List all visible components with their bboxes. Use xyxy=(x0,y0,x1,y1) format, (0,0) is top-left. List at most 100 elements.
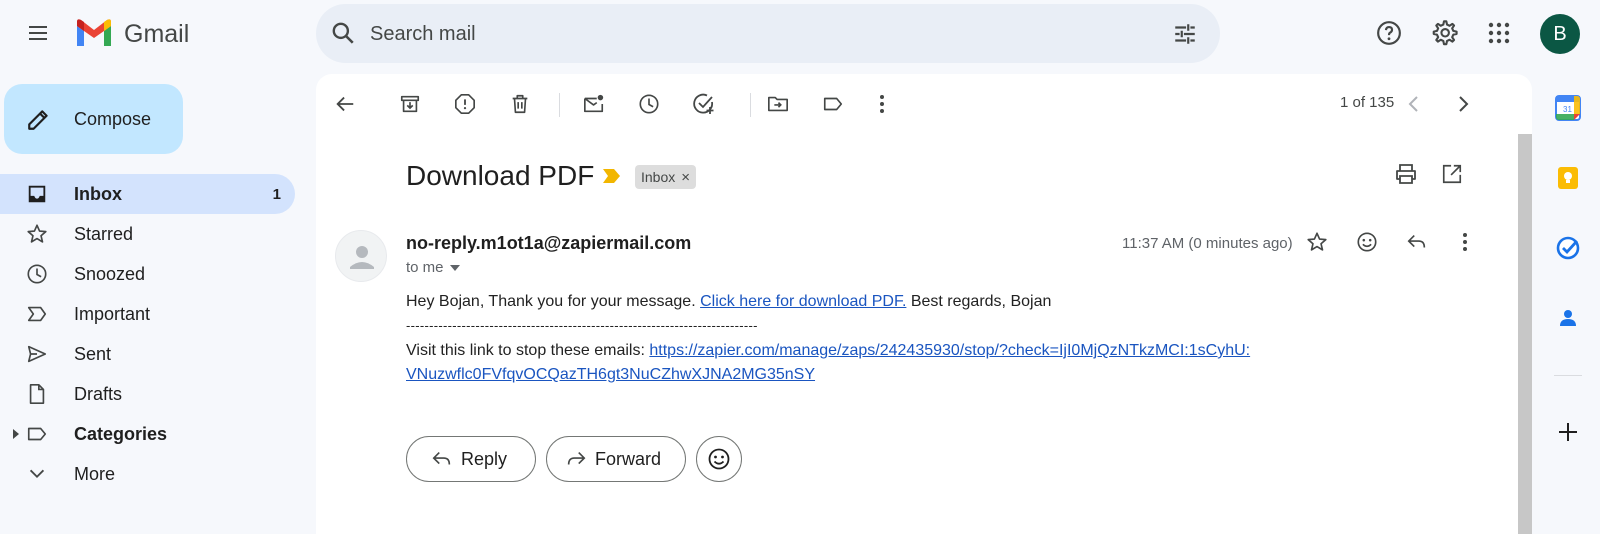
add-task-icon xyxy=(693,93,714,114)
newer-button[interactable] xyxy=(1398,88,1430,120)
nav-item-sent[interactable]: Sent xyxy=(0,334,295,374)
labels-icon xyxy=(823,97,843,111)
add-reaction-button[interactable] xyxy=(1351,226,1383,258)
unsubscribe-line-2: VNuzwflc0FVfqvOCQazTH6gt3NuCZhwXJNA2MG35… xyxy=(406,366,815,384)
more-actions-button[interactable] xyxy=(866,88,898,120)
more-vert-icon xyxy=(1463,233,1467,251)
tasks-app-button[interactable] xyxy=(1554,234,1582,262)
contacts-icon xyxy=(1560,310,1576,326)
print-button[interactable] xyxy=(1390,158,1422,190)
labels-button[interactable] xyxy=(817,88,849,120)
main-menu-button[interactable] xyxy=(18,13,58,53)
reply-icon xyxy=(1407,234,1426,248)
forward-button-label: Forward xyxy=(595,448,662,469)
search-input[interactable]: Search mail xyxy=(370,23,476,46)
help-icon xyxy=(1377,21,1401,45)
older-button[interactable] xyxy=(1447,88,1479,120)
inbox-unread-count: 1 xyxy=(272,186,281,203)
plus-icon xyxy=(1559,423,1577,441)
help-button[interactable] xyxy=(1369,13,1409,53)
nav-item-categories[interactable]: Categories xyxy=(0,414,295,454)
expand-arrow-icon xyxy=(13,429,19,439)
nav-item-snoozed[interactable]: Snoozed xyxy=(0,254,295,294)
nav-item-starred[interactable]: Starred xyxy=(0,214,295,254)
back-arrow-icon xyxy=(336,96,354,112)
sender-email[interactable]: no-reply.m1ot1a@zapiermail.com xyxy=(406,233,691,254)
forward-icon xyxy=(567,451,586,465)
delete-button[interactable] xyxy=(504,88,536,120)
forward-button[interactable]: Forward xyxy=(546,436,686,482)
more-vert-icon xyxy=(880,95,884,113)
inbox-icon xyxy=(28,185,46,203)
open-new-window-icon xyxy=(1442,164,1462,184)
importance-marker-icon[interactable] xyxy=(602,168,622,184)
move-to-button[interactable] xyxy=(762,88,794,120)
nav-item-inbox[interactable]: Inbox 1 xyxy=(0,174,295,214)
calendar-icon: 31 xyxy=(1555,95,1581,121)
star-icon xyxy=(27,224,47,243)
report-spam-icon xyxy=(455,94,475,114)
star-button[interactable] xyxy=(1301,226,1333,258)
recipient-details-toggle[interactable]: to me xyxy=(406,259,460,276)
archive-button[interactable] xyxy=(394,88,426,120)
compose-button[interactable]: Compose xyxy=(4,84,183,154)
mark-unread-icon xyxy=(584,94,604,113)
download-pdf-link[interactable]: Click here for download PDF. xyxy=(700,293,906,310)
remove-label-button[interactable]: × xyxy=(681,169,690,186)
keep-app-button[interactable] xyxy=(1554,164,1582,192)
open-in-new-window-button[interactable] xyxy=(1436,158,1468,190)
chevron-right-icon xyxy=(1459,96,1469,112)
email-timestamp: 11:37 AM (0 minutes ago) xyxy=(1122,235,1293,252)
sender-avatar[interactable] xyxy=(335,230,387,282)
label-icon xyxy=(27,427,47,441)
toolbar-divider xyxy=(559,93,560,117)
settings-button[interactable] xyxy=(1424,13,1464,53)
scrollbar[interactable] xyxy=(1518,134,1532,534)
recipient-text: to me xyxy=(406,259,444,276)
emoji-icon xyxy=(1357,232,1377,252)
nav-item-drafts[interactable]: Drafts xyxy=(0,374,295,414)
report-spam-button[interactable] xyxy=(449,88,481,120)
caret-down-icon xyxy=(449,264,460,271)
unsubscribe-link-continued[interactable]: VNuzwflc0FVfqvOCQazTH6gt3NuCZhwXJNA2MG35… xyxy=(406,366,815,383)
draft-icon xyxy=(29,384,45,404)
add-to-tasks-button[interactable] xyxy=(688,88,720,120)
unsubscribe-text: Visit this link to stop these emails: xyxy=(406,342,650,359)
search-button[interactable] xyxy=(330,20,356,46)
settings-icon xyxy=(1432,20,1458,46)
nav-label-starred: Starred xyxy=(74,224,134,244)
reply-icon-button[interactable] xyxy=(1401,226,1433,258)
snooze-icon xyxy=(639,94,659,114)
search-bar[interactable]: Search mail xyxy=(316,4,1220,63)
print-icon xyxy=(1396,164,1416,184)
message-more-button[interactable] xyxy=(1449,226,1481,258)
back-button[interactable] xyxy=(329,88,361,120)
google-apps-button[interactable] xyxy=(1479,13,1519,53)
pencil-icon xyxy=(28,110,48,130)
tasks-icon xyxy=(1556,236,1580,260)
nav-label-drafts: Drafts xyxy=(74,384,123,404)
app-name: Gmail xyxy=(124,20,190,48)
get-addons-button[interactable] xyxy=(1554,418,1582,446)
account-avatar[interactable]: B xyxy=(1540,14,1580,54)
calendar-app-button[interactable]: 31 xyxy=(1554,94,1582,122)
menu-icon xyxy=(29,26,47,40)
emoji-reaction-button[interactable] xyxy=(696,436,742,482)
toolbar-divider xyxy=(750,93,751,117)
contacts-app-button[interactable] xyxy=(1554,304,1582,332)
unsubscribe-link[interactable]: https://zapier.com/manage/zaps/242435930… xyxy=(649,342,1250,359)
search-options-button[interactable] xyxy=(1172,21,1198,47)
chevron-down-icon xyxy=(29,469,45,479)
mark-unread-button[interactable] xyxy=(578,88,610,120)
nav-item-more[interactable]: More xyxy=(0,454,295,494)
reply-button[interactable]: Reply xyxy=(406,436,536,482)
reply-icon xyxy=(432,451,451,465)
keep-icon xyxy=(1558,167,1578,189)
rail-divider xyxy=(1554,375,1582,376)
email-subject: Download PDF xyxy=(406,160,595,191)
gmail-logo-link[interactable]: Gmail xyxy=(72,14,202,52)
snooze-button[interactable] xyxy=(633,88,665,120)
message-view: 1 of 135 Download PDF Inbox × no-reply.m… xyxy=(316,74,1532,534)
nav-item-important[interactable]: Important xyxy=(0,294,295,334)
send-icon xyxy=(27,345,47,363)
